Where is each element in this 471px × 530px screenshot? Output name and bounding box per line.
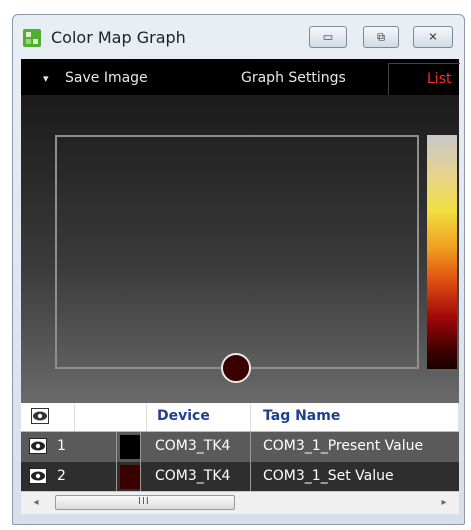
colorbar bbox=[427, 135, 457, 369]
device-cell: COM3_TK4 bbox=[141, 432, 251, 462]
eye-icon[interactable] bbox=[29, 438, 47, 454]
horizontal-scrollbar[interactable]: ◂ III ▸ bbox=[21, 491, 459, 514]
client-area: ▾ Save Image Graph Settings List Device … bbox=[21, 59, 460, 514]
toolbar: ▾ Save Image Graph Settings List bbox=[21, 59, 460, 96]
device-cell: COM3_TK4 bbox=[141, 462, 251, 492]
app-icon bbox=[23, 29, 41, 47]
color-map-plot[interactable] bbox=[55, 135, 419, 369]
list-tab[interactable]: List bbox=[388, 63, 460, 96]
color-swatch[interactable] bbox=[120, 435, 140, 459]
window-title: Color Map Graph bbox=[51, 28, 186, 47]
color-cell bbox=[117, 432, 141, 462]
close-icon: ✕ bbox=[428, 30, 438, 44]
scroll-right-icon[interactable]: ▸ bbox=[433, 492, 455, 514]
table-row[interactable]: 1 COM3_TK4 COM3_1_Present Value bbox=[21, 432, 459, 462]
list-tab-label: List bbox=[427, 71, 452, 87]
color-column-header[interactable] bbox=[75, 403, 147, 431]
tag-list-table: Device Tag Name 1 COM3_TK4 COM3_1_Presen… bbox=[21, 403, 459, 492]
tag-name-cell: COM3_1_Set Value bbox=[263, 468, 394, 484]
restore-icon: ⧉ bbox=[377, 30, 385, 44]
color-cell bbox=[117, 462, 141, 492]
minimize-icon: ▭ bbox=[322, 30, 334, 44]
save-image-button[interactable]: Save Image bbox=[65, 70, 148, 86]
scroll-left-icon[interactable]: ◂ bbox=[25, 492, 47, 514]
title-bar[interactable]: Color Map Graph ▭ ⧉ ✕ bbox=[13, 15, 464, 57]
graph-settings-button[interactable]: Graph Settings bbox=[241, 70, 346, 86]
graph-area bbox=[21, 95, 459, 403]
grip-icon: III bbox=[138, 496, 150, 507]
close-button[interactable]: ✕ bbox=[413, 26, 453, 48]
color-map-graph-window: Color Map Graph ▭ ⧉ ✕ ▾ Save Image Graph… bbox=[12, 14, 465, 525]
device-column-header[interactable]: Device bbox=[147, 403, 251, 431]
table-header: Device Tag Name bbox=[21, 403, 459, 432]
eye-icon bbox=[31, 408, 49, 424]
visibility-column-header[interactable] bbox=[21, 403, 75, 431]
row-index: 1 bbox=[57, 438, 66, 454]
restore-button[interactable]: ⧉ bbox=[363, 26, 399, 48]
dropdown-arrow-icon[interactable]: ▾ bbox=[43, 72, 49, 85]
row-index-cell: 1 bbox=[21, 432, 117, 462]
table-row[interactable]: 2 COM3_TK4 COM3_1_Set Value bbox=[21, 462, 459, 492]
tag-name-cell: COM3_1_Present Value bbox=[263, 438, 424, 454]
scrollbar-thumb[interactable]: III bbox=[55, 495, 235, 510]
color-swatch[interactable] bbox=[120, 465, 140, 489]
eye-icon[interactable] bbox=[29, 468, 47, 484]
data-point-marker[interactable] bbox=[221, 353, 251, 383]
row-index: 2 bbox=[57, 468, 66, 484]
row-index-cell: 2 bbox=[21, 462, 117, 492]
minimize-button[interactable]: ▭ bbox=[309, 26, 347, 48]
tag-name-column-header[interactable]: Tag Name bbox=[251, 403, 459, 431]
